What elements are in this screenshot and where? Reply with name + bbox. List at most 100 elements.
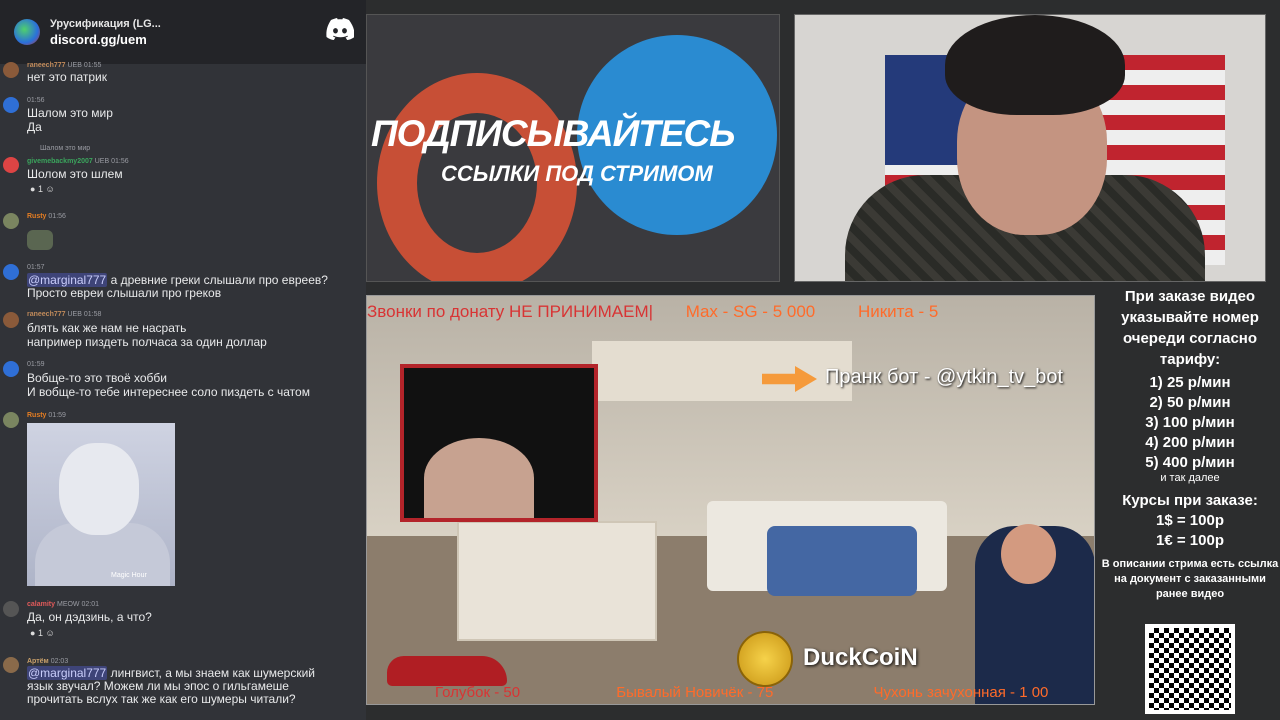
duckcoin-icon — [737, 631, 793, 687]
author-name[interactable]: givemebackmy2007 — [27, 158, 93, 165]
avatar[interactable] — [3, 312, 19, 328]
server-name: Урусификация (LG... — [50, 17, 161, 30]
reaction[interactable]: ● 1 ☺ — [30, 628, 55, 638]
badge: UEB — [67, 311, 82, 318]
rate-usd: 1$ = 100р — [1156, 512, 1224, 529]
donor-entry: Чухонь зачухонная - 1 00 — [873, 684, 1049, 701]
tariff-item: 4) 200 р/мин — [1145, 434, 1235, 451]
donor-entry: Голубок - 50 — [435, 684, 521, 701]
timestamp: 01:55 — [83, 62, 102, 69]
streamer-hair — [945, 15, 1125, 115]
avatar[interactable] — [3, 412, 19, 428]
avatar[interactable] — [3, 213, 19, 229]
badge: UEB — [94, 158, 110, 165]
tariff-item: 1) 25 р/мин — [1149, 374, 1231, 391]
qr-code[interactable] — [1145, 624, 1235, 714]
message-text: язык звучал? Можем ли мы эпос о гильгаме… — [27, 679, 289, 693]
ticker-sponsor: Max - SG - 5 000 — [685, 302, 816, 321]
donation-ticker: Звонки по донату НЕ ПРИНИМАЕМ| Max - SG … — [367, 302, 1094, 326]
subscribe-banner: ПОДПИСЫВАЙТЕСЬ ССЫЛКИ ПОД СТРИМОМ — [366, 14, 780, 282]
author-name[interactable]: raneech777 — [27, 62, 66, 69]
avatar[interactable] — [3, 601, 19, 617]
main-stream-view: Звонки по донату НЕ ПРИНИМАЕМ| Max - SG … — [366, 295, 1095, 705]
badge: UEB — [67, 62, 82, 69]
server-icon[interactable] — [14, 19, 40, 45]
ticker-text: Звонки по донату НЕ ПРИНИМАЕМ| — [367, 302, 654, 321]
duckcoin-label: DuckCoiN — [803, 644, 918, 671]
prank-bot-label: Пранк бот - @ytkin_tv_bot — [825, 366, 1064, 388]
loft-bed — [592, 341, 852, 401]
user-mention[interactable]: @marginal777 — [27, 666, 108, 680]
toy-car — [387, 656, 507, 686]
message-text: Вобще-то это твоё хобби — [27, 371, 167, 385]
ticker-sponsor: Никита - 5 — [857, 302, 939, 321]
overlay-facecam — [400, 364, 598, 522]
message-text: Шалом это мир — [27, 106, 113, 120]
message-text: @marginal777 лингвист, а мы знаем как шу… — [27, 666, 315, 680]
message-text: Да — [27, 120, 42, 134]
message-text: блять как же нам не насрать — [27, 321, 187, 335]
timestamp: 01:59 — [27, 361, 45, 368]
banner-title: ПОДПИСЫВАЙТЕСЬ — [371, 113, 735, 154]
message-text-part: лингвист, а мы знаем как шумерский — [107, 666, 315, 680]
avatar[interactable] — [3, 157, 19, 173]
tariff-item: 3) 100 р/мин — [1145, 414, 1235, 431]
timestamp: 01:56 — [48, 213, 66, 220]
bottom-donation-ticker: Голубок - 50 Бывалый Новичёк - 75 Чухонь… — [367, 684, 1094, 701]
discord-chat-panel: Урусификация (LG... discord.gg/uem ranee… — [0, 0, 366, 720]
avatar[interactable] — [3, 361, 19, 377]
info-note: В описании стрима есть ссылка на докумен… — [1101, 558, 1279, 600]
tariff-etc: и так далее — [1160, 472, 1220, 484]
avatar[interactable] — [3, 97, 19, 113]
chat-header: Урусификация (LG... discord.gg/uem — [0, 0, 366, 64]
author-name[interactable]: Артём — [27, 658, 49, 665]
tariff-item: 2) 50 р/мин — [1149, 394, 1231, 411]
emoji-sticker — [27, 230, 53, 250]
message-text: @marginal777 а древние греки слышали про… — [27, 273, 328, 287]
image-watermark: Magic Hour — [111, 572, 147, 579]
info-panel: При заказе видео указывайте номер очеред… — [1100, 284, 1280, 720]
author-name[interactable]: Rusty — [27, 213, 46, 220]
banner-subtitle: ССЫЛКИ ПОД СТРИМОМ — [441, 161, 713, 186]
timestamp: 01:56 — [111, 158, 129, 165]
message-text: Шолом это шлем — [27, 167, 123, 181]
author-name[interactable]: calamity — [27, 601, 55, 608]
donor-entry: Бывалый Новичёк - 75 — [616, 684, 774, 701]
message-text-part: а древние греки слышали про евреев? — [107, 273, 328, 287]
avatar[interactable] — [3, 62, 19, 78]
avatar[interactable] — [3, 264, 19, 280]
tariff-item: 5) 400 р/мин — [1145, 454, 1235, 471]
message-text: нет это патрик — [27, 70, 107, 84]
message-text: прочитать вслух так же как его шумеры чи… — [27, 692, 296, 706]
rates-title: Курсы при заказе: — [1122, 492, 1258, 509]
qr-pattern — [1149, 628, 1231, 710]
timestamp: 01:56 — [27, 97, 45, 104]
author-name[interactable]: raneech777 — [27, 311, 66, 318]
badge: MEOW — [56, 601, 80, 608]
facecam-person — [424, 438, 534, 518]
reply-preview[interactable]: Шалом это мир — [40, 145, 90, 152]
blanket — [767, 526, 917, 596]
webcam-feed — [794, 14, 1266, 282]
meme-man-head — [1001, 524, 1056, 584]
timestamp: 01:58 — [83, 311, 102, 318]
reaction-count: 1 — [37, 184, 43, 194]
timestamp: 02:01 — [81, 601, 100, 608]
shelf-unit — [457, 521, 657, 641]
timestamp: 02:03 — [50, 658, 69, 665]
message-text: Да, он дэдзинь, а что? — [27, 610, 152, 624]
message-text: например пиздеть полчаса за один доллар — [27, 335, 267, 349]
author-name[interactable]: Rusty — [27, 412, 46, 419]
reaction-count: 1 — [37, 628, 43, 638]
image-attachment[interactable]: Magic Hour — [27, 423, 175, 586]
invite-link[interactable]: discord.gg/uem — [50, 32, 161, 47]
avatar[interactable] — [3, 657, 19, 673]
timestamp: 01:59 — [48, 412, 66, 419]
tariff-list: 1) 25 р/мин 2) 50 р/мин 3) 100 р/мин 4) … — [1100, 373, 1280, 484]
info-title: При заказе видео указывайте номер очеред… — [1121, 288, 1259, 368]
rate-eur: 1€ = 100р — [1156, 532, 1224, 549]
user-mention[interactable]: @marginal777 — [27, 273, 108, 287]
reaction[interactable]: ● 1 ☺ — [30, 184, 55, 194]
message-text: И вобще-то тебе интереснее соло пиздеть … — [27, 385, 310, 399]
image-face — [59, 443, 139, 535]
